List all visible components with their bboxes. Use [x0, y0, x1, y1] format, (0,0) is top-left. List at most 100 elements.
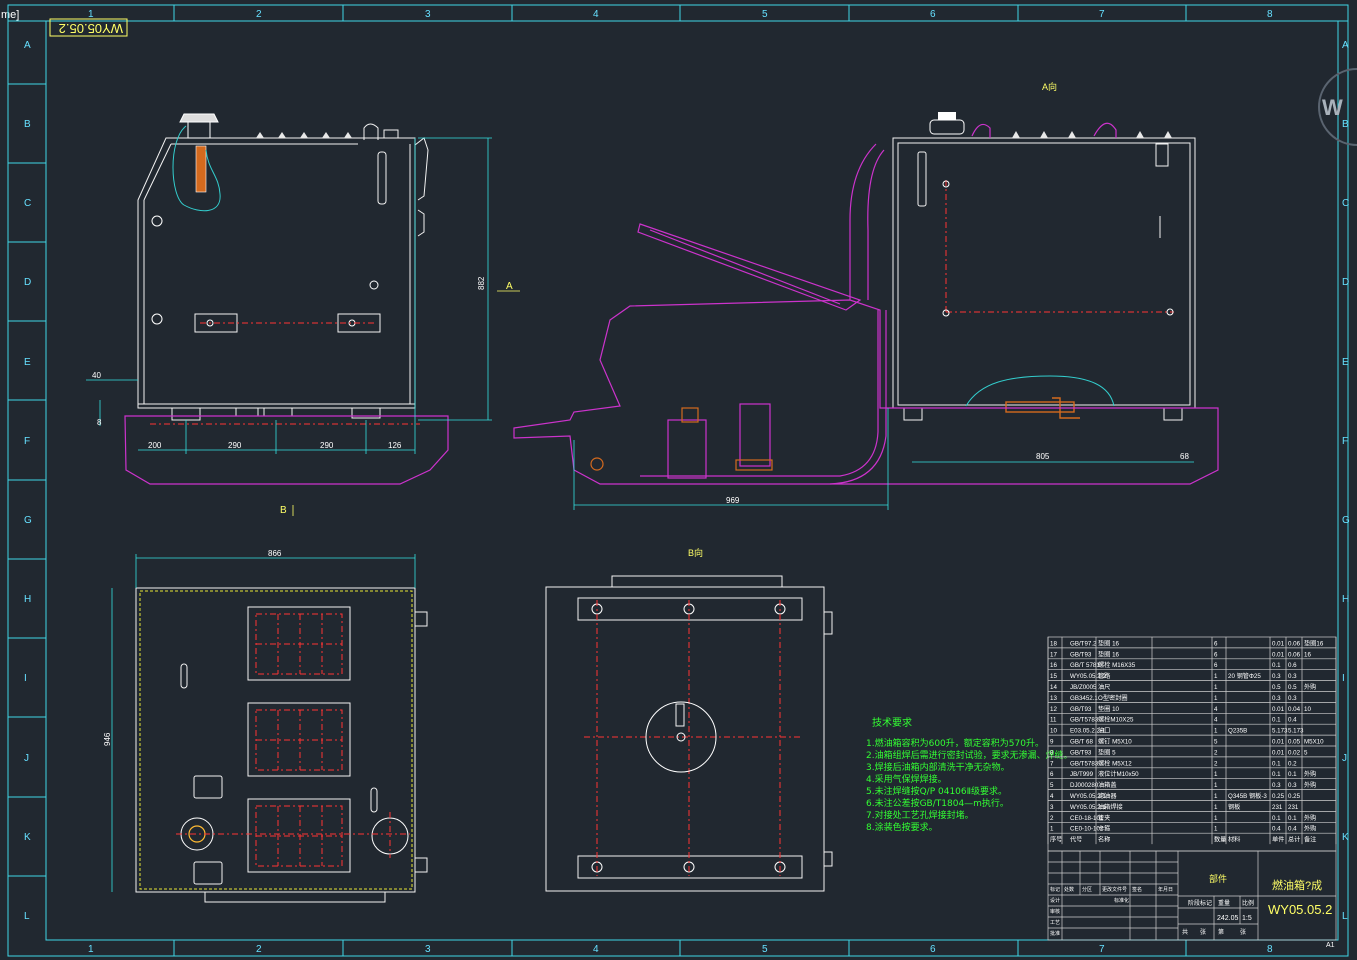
bom-cell-w2: 0.4: [1288, 826, 1297, 833]
side-view-a[interactable]: A向 969 805 68: [513, 81, 1219, 510]
bom-cell-qty: 1: [1214, 695, 1218, 702]
col-2-top: 2: [256, 9, 262, 20]
bom-row: 11 GB/T5783 螺栓M10X25 4 0.1 0.4: [1050, 716, 1297, 724]
bom-cell-qty: 4: [1214, 717, 1218, 724]
row-b-right: B: [1342, 119, 1349, 130]
bom-cell-w2: 0.5: [1288, 684, 1297, 691]
bom-header-cell: 序号: [1050, 836, 1062, 844]
bom-row: 9 GB/T 68 螺钉 M5X10 5 0.01 0.05 M5X10: [1050, 738, 1324, 746]
bom-cell-name: 油口: [1098, 727, 1110, 735]
view-b-label: B向: [688, 547, 703, 558]
title-block: 部件 燃油箱?成 WY05.05.2 阶段标记 重量 比例 242.05 1:5…: [1047, 850, 1337, 941]
bom-cell-w1: 0.1: [1272, 771, 1281, 778]
bom-cell-w2: 0.1: [1288, 771, 1297, 778]
bom-cell-no: 2: [1050, 815, 1054, 822]
bom-cell-name: 螺栓 M16X35: [1098, 661, 1136, 669]
bom-cell-w2: 0.6: [1288, 662, 1297, 669]
bom-cell-w1: 0.01: [1272, 739, 1285, 746]
row-j-left: J: [24, 753, 29, 764]
top-plan-view[interactable]: 866 946: [103, 549, 428, 903]
bom-cell-name: 油箱盖: [1098, 781, 1117, 789]
bom-cell-w2: 231: [1288, 804, 1299, 811]
col-1-bottom: 1: [88, 944, 94, 955]
bom-cell-w2: 0.06: [1288, 640, 1301, 647]
bom-cell-note: 垫圈16: [1304, 639, 1324, 647]
side-filler-cap[interactable]: [929, 112, 1117, 138]
row-h-right: H: [1342, 594, 1349, 605]
bom-cell-qty: 6: [1214, 640, 1218, 647]
tech-note-8: 8.涂装色按要求。: [866, 821, 938, 833]
bom-cell-w2: 0.3: [1288, 782, 1297, 789]
bom-cell-note: 16: [1304, 651, 1311, 658]
bom-row: 7 GB/T5783 螺栓 M5X12 2 0.1 0.2: [1050, 759, 1297, 767]
bom-cell-no: 5: [1050, 782, 1054, 789]
col-5-bottom: 5: [762, 944, 768, 955]
bom-cell-w1: 0.5: [1272, 684, 1281, 691]
col-8-bottom: 8: [1267, 944, 1273, 955]
level-gauge: [377, 151, 387, 205]
bom-cell-name: 油箱焊接: [1098, 803, 1123, 811]
title-row-label-7: 标准化: [1114, 897, 1129, 904]
bom-cell-code: GB/T93: [1070, 706, 1092, 713]
sheet-size-label: A1: [1326, 942, 1335, 949]
bom-cell-w1: 231: [1272, 804, 1283, 811]
cad-drawing-canvas[interactable]: me] 1 2 3 4 5 6 7 8 1 2 3 4 5 6 7 8 A B …: [0, 0, 1357, 960]
row-h-left: H: [24, 594, 31, 605]
bom-cell-w1: 0.25: [1272, 793, 1285, 800]
title-row-label-5: 年月日: [1158, 886, 1173, 893]
bom-cell-name: 螺栓M10X25: [1098, 716, 1134, 724]
bom-cell-w2: 0.3: [1288, 695, 1297, 702]
dim-882: 882: [477, 276, 486, 290]
row-k-right: K: [1342, 832, 1349, 843]
dim-126: 126: [388, 441, 402, 450]
mounting-brackets: [194, 313, 381, 333]
bom-cell-no: 10: [1050, 728, 1057, 735]
row-c-right: C: [1342, 198, 1349, 209]
title-weight: 242.05: [1217, 915, 1239, 922]
title-row-label-1: 处数: [1064, 886, 1074, 893]
bom-cell-code: DJ000280: [1070, 782, 1099, 789]
front-base-feet: [171, 407, 381, 421]
bom-cell-note: 5: [1304, 749, 1308, 756]
dim-969: 969: [726, 496, 740, 505]
bom-cell-note: 10: [1304, 706, 1311, 713]
row-l-left: L: [24, 911, 30, 922]
bom-cell-qty: 1: [1214, 684, 1218, 691]
col-6-bottom: 6: [930, 944, 936, 955]
title-sheet-d: 张: [1240, 928, 1246, 936]
technical-requirements: 技术要求 1.燃油箱容积为600升，额定容积为570升。 2.油箱组焊后需进行密…: [866, 716, 1073, 833]
bottom-rail-bottom: [577, 855, 803, 879]
bom-row: 5 DJ000280 油箱盖 1 0.3 0.3 外购: [1050, 781, 1316, 789]
bom-row: 4 WY05.05.2-1滤油器 1 Q345B 钢板-3 0.25 0.25: [1050, 792, 1301, 800]
bom-cell-qty: 5: [1214, 739, 1218, 746]
bom-cell-name: 管路: [1098, 672, 1111, 680]
bom-cell-note: 外购: [1304, 781, 1316, 789]
bom-cell-mat: 20 钢管Φ25: [1228, 672, 1261, 680]
dim-946: 946: [103, 732, 112, 746]
bom-cell-no: 7: [1050, 760, 1054, 767]
dim-290-a: 290: [228, 441, 242, 450]
row-b-left: B: [24, 119, 31, 130]
front-view[interactable]: 200 290 290 126 40 8 882 A B: [86, 113, 520, 516]
bom-cell-no: 1: [1050, 826, 1054, 833]
bom-cell-qty: 1: [1214, 815, 1218, 822]
bom-cell-no: 18: [1050, 640, 1057, 647]
bom-cell-w2: 0.4: [1288, 717, 1297, 724]
row-f-right: F: [1342, 436, 1348, 447]
bom-cell-w2: 0.25: [1288, 793, 1301, 800]
row-grid-right: A B C D E F G H I J K L: [1342, 40, 1350, 922]
bom-cell-w1: 0.01: [1272, 706, 1285, 713]
tech-note-6: 6.未注公差按GB/T1804—m执行。: [866, 797, 1009, 809]
bottom-rail-top: [577, 597, 803, 621]
bom-header-cell: 名称: [1098, 836, 1110, 844]
row-a-left: A: [24, 40, 31, 51]
bom-cell-no: 11: [1050, 717, 1057, 724]
bom-cell-w2: 0.05: [1288, 739, 1301, 746]
bom-cell-no: 6: [1050, 771, 1054, 778]
view-b-bottom[interactable]: B向: [545, 547, 833, 892]
title-drawing-number: WY05.05.2: [1268, 902, 1332, 917]
bom-cell-w1: 0.1: [1272, 662, 1281, 669]
bom-row: 14 JB/Z0005 油尺 1 0.5 0.5 外购: [1050, 683, 1316, 691]
row-d-left: D: [24, 277, 31, 288]
col-8-top: 8: [1267, 9, 1273, 20]
